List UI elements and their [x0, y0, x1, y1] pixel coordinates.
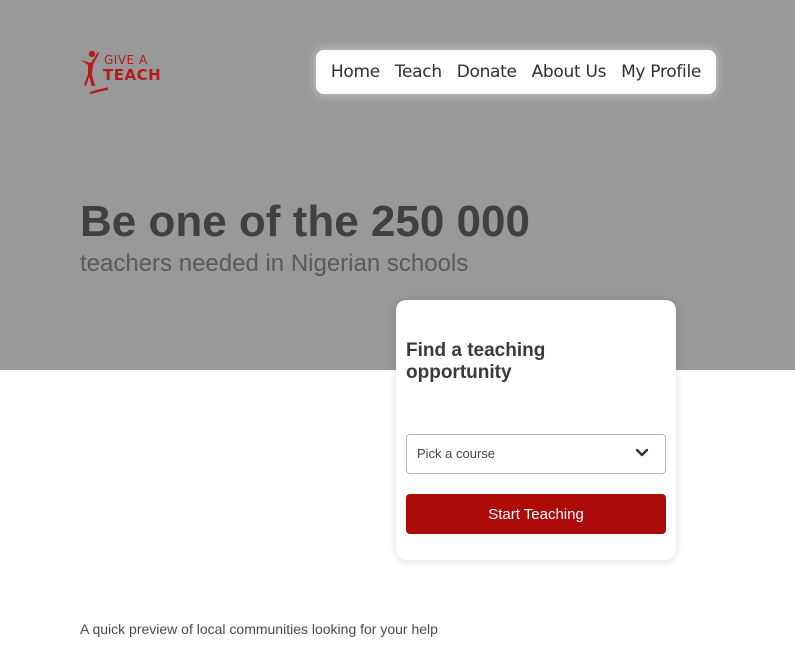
give-a-teach-logo[interactable]: GIVE A TEACH — [78, 48, 168, 98]
logo-text-give-a: GIVE A — [104, 53, 148, 67]
logo-text-teach: TEACH — [103, 66, 162, 84]
start-teaching-button[interactable]: Start Teaching — [406, 494, 666, 534]
communities-preview-text: A quick preview of local communities loo… — [80, 621, 438, 637]
chevron-down-icon — [635, 448, 649, 457]
nav-about-us[interactable]: About Us — [532, 62, 607, 82]
nav-donate[interactable]: Donate — [457, 62, 517, 82]
course-select-value: Pick a course — [417, 446, 496, 461]
nav-teach[interactable]: Teach — [395, 62, 442, 82]
main-navigation: Home Teach Donate About Us My Profile — [316, 50, 716, 94]
hero-headline: Be one of the 250 000 — [80, 197, 530, 246]
nav-home[interactable]: Home — [331, 62, 380, 82]
nav-my-profile[interactable]: My Profile — [621, 62, 701, 82]
course-select[interactable]: Pick a course — [406, 434, 666, 474]
find-opportunity-card: Find a teaching opportunity Pick a cours… — [396, 300, 676, 560]
hero-subheadline: teachers needed in Nigerian schools — [80, 250, 469, 277]
card-title: Find a teaching opportunity — [406, 340, 546, 383]
